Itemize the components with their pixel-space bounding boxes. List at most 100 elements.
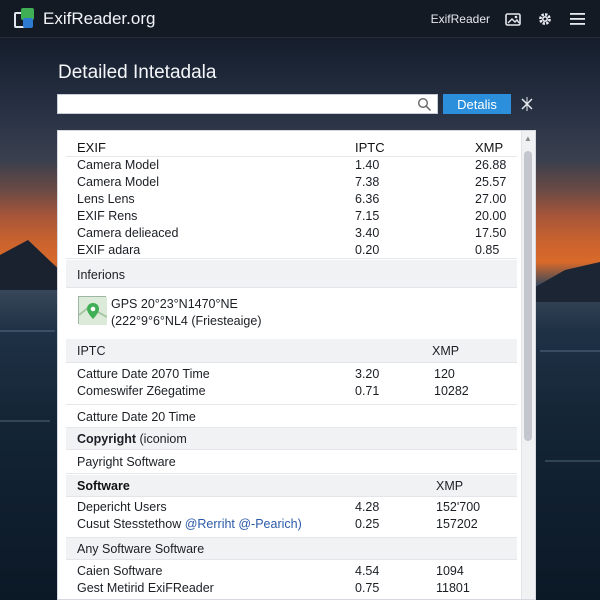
top-navbar: ExifReader.org ExifReader xyxy=(0,0,600,38)
sea-wave xyxy=(0,420,50,422)
row-label: Gest Metirid ExiFReader xyxy=(77,581,214,595)
table-row: Caien Software 4.54 1094 xyxy=(66,563,517,580)
page-title: Detailed Intetadala xyxy=(58,62,217,83)
table-row: Comeswifer Z6egatime 0.71 10282 xyxy=(66,383,517,405)
section-header-iptc: IPTC XMP xyxy=(66,339,517,363)
row-xmp-value: 20.00 xyxy=(475,209,507,223)
col-header-xmp: XMP xyxy=(432,344,460,358)
row-iptc-value: 0.20 xyxy=(355,243,380,257)
row-xmp-value: 27.00 xyxy=(475,192,507,206)
row-value: 0.71 xyxy=(355,384,380,398)
map-pin-icon[interactable] xyxy=(78,296,108,325)
nav-actions: ExifReader xyxy=(431,10,586,28)
row-label: Catture Date 2070 Time xyxy=(77,367,210,381)
row-value: 0.75 xyxy=(355,581,380,595)
scroll-thumb[interactable] xyxy=(524,151,532,441)
row-label: Camera Model xyxy=(77,158,159,172)
gps-block: GPS 20°23°N1470°NE (222°9°6°NL4 (Frieste… xyxy=(66,288,517,334)
table-row: Camera Model 7.38 25.57 xyxy=(66,174,517,191)
table-row: EXIF Rens 7.15 20.00 xyxy=(66,208,517,225)
col-header-iptc: IPTC xyxy=(355,140,385,155)
row-label: Camera Model xyxy=(77,175,159,189)
row-iptc-value: 1.40 xyxy=(355,158,380,172)
search-box xyxy=(57,94,438,114)
section-title: Software xyxy=(77,479,130,493)
row-label: Caien Software xyxy=(77,564,163,578)
software-link[interactable]: @Rerriht @-Pearich) xyxy=(185,517,302,531)
section-header-software: Software XMP xyxy=(66,475,517,497)
row-xmp-value: 25.57 xyxy=(475,175,507,189)
row-value: 0.25 xyxy=(355,517,380,531)
row-label: EXIF adara xyxy=(77,243,141,257)
image-icon[interactable] xyxy=(504,10,522,28)
row-iptc-value: 7.15 xyxy=(355,209,380,223)
gear-icon[interactable] xyxy=(536,10,554,28)
row-label: Depericht Users xyxy=(77,500,167,514)
brand-name[interactable]: ExifReader.org xyxy=(43,9,155,29)
row-label: Payright Software xyxy=(77,455,176,469)
table-row: Any Software Software xyxy=(66,538,517,560)
hamburger-icon[interactable] xyxy=(568,10,586,28)
row-label: Catture Date 20 Time xyxy=(77,410,196,424)
row-value: 4.54 xyxy=(355,564,380,578)
sea-wave xyxy=(0,330,55,332)
gps-location: (222°9°6°NL4 (Friesteaige) xyxy=(111,314,262,328)
section-title: IPTC xyxy=(77,344,106,358)
row-iptc-value: 6.36 xyxy=(355,192,380,206)
table-row: Camera delieaced 3.40 17.50 xyxy=(66,225,517,242)
mountain-right xyxy=(530,262,600,302)
search-icon[interactable] xyxy=(417,97,432,112)
row-label: Cusut Stesstethow @Rerriht @-Pearich) xyxy=(77,517,302,531)
scroll-up-icon[interactable]: ▲ xyxy=(524,135,532,143)
row-label: Any Software Software xyxy=(77,542,205,556)
section-title: Inferions xyxy=(77,268,125,282)
table-row: Depericht Users 4.28 152ʹ700 xyxy=(66,499,517,516)
row-iptc-value: 3.40 xyxy=(355,226,380,240)
gps-coordinates: GPS 20°23°N1470°NE xyxy=(111,297,238,311)
scrollbar[interactable]: ▲ xyxy=(521,131,535,599)
table-row: Lens Lens 6.36 27.00 xyxy=(66,191,517,208)
sea-wave xyxy=(545,460,600,462)
table-row: Catture Date 20 Time xyxy=(66,405,517,428)
table-row: Gest Metirid ExiFReader 0.75 11801 xyxy=(66,580,517,597)
copyright-label: Copyright (iconiom xyxy=(77,432,187,446)
row-iptc-value: 7.38 xyxy=(355,175,380,189)
row-xmp-value: 0.85 xyxy=(475,243,500,257)
row-xmp-value: 11801 xyxy=(436,581,470,595)
col-header-xmp: XMP xyxy=(436,479,464,493)
row-xmp-value: 26.88 xyxy=(475,158,507,172)
table-row: Catture Date 2070 Time 3.20 120 xyxy=(66,366,517,383)
row-xmp-value: 120 xyxy=(434,367,455,381)
table-row: EXIF adara 0.20 0.85 xyxy=(66,242,517,259)
row-label: Lens Lens xyxy=(77,192,135,206)
nav-link-exifreader[interactable]: ExifReader xyxy=(431,12,490,26)
sparkle-close-icon[interactable] xyxy=(519,96,535,112)
row-label: Camera delieaced xyxy=(77,226,179,240)
row-xmp-value: 17.50 xyxy=(475,226,507,240)
row-xmp-value: 152ʹ700 xyxy=(436,500,481,514)
metadata-content: EXIF IPTC XMP Camera Model 1.40 26.88 Ca… xyxy=(66,137,517,597)
table-row: Camera Model 1.40 26.88 xyxy=(66,157,517,174)
row-label: Comeswifer Z6egatime xyxy=(77,384,206,398)
row-label: EXIF Rens xyxy=(77,209,138,223)
row-xmp-value: 157202 xyxy=(436,517,478,531)
row-value: 4.28 xyxy=(355,500,380,514)
sea-wave xyxy=(540,350,600,352)
copyright-row: Copyright (iconiom xyxy=(66,428,517,450)
logo-icon[interactable] xyxy=(14,7,36,30)
table-row: Payright Software xyxy=(66,450,517,474)
metadata-panel: ▲ EXIF IPTC XMP Camera Model 1.40 26.88 … xyxy=(57,130,536,600)
copyright-value: (iconiom xyxy=(139,432,187,446)
col-header-exif: EXIF xyxy=(77,140,106,155)
row-xmp-value: 1094 xyxy=(436,564,464,578)
row-value: 3.20 xyxy=(355,367,380,381)
section-header-inferions: Inferions xyxy=(66,260,517,288)
table-row: Cusut Stesstethow @Rerriht @-Pearich) 0.… xyxy=(66,516,517,538)
exif-section: EXIF IPTC XMP Camera Model 1.40 26.88 Ca… xyxy=(66,137,517,259)
search-input[interactable] xyxy=(58,95,437,113)
details-button[interactable]: Detalis xyxy=(443,94,511,114)
col-header-xmp: XMP xyxy=(475,140,504,155)
row-xmp-value: 10282 xyxy=(434,384,469,398)
search-row: Detalis xyxy=(57,94,535,114)
exif-header-row: EXIF IPTC XMP xyxy=(66,137,517,157)
